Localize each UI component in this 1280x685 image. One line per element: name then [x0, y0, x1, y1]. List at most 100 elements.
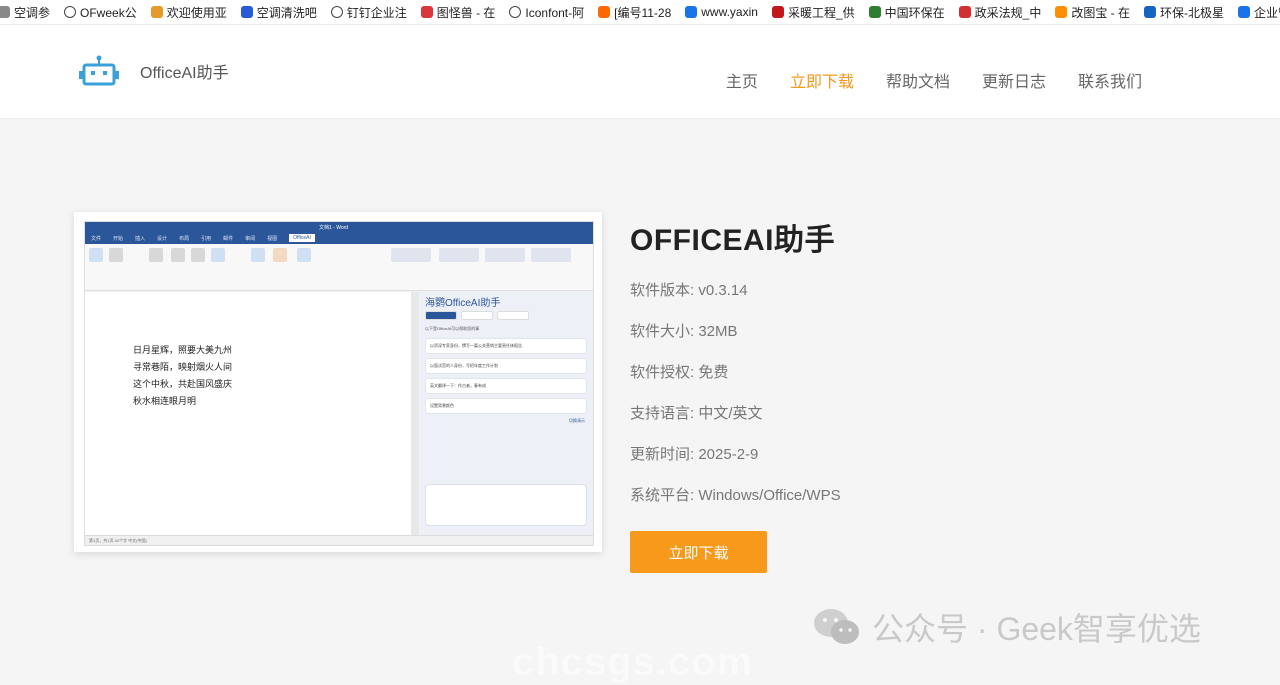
- bookmark-label: 环保-北极星: [1160, 5, 1225, 20]
- emblem-icon: [958, 6, 971, 18]
- bookmark-item[interactable]: 环保-北极星: [1144, 4, 1224, 21]
- main-nav: 主页 立即下载 帮助文档 更新日志 联系我们: [726, 68, 1142, 92]
- star-icon: [1144, 6, 1157, 18]
- panel-tabs: [419, 311, 593, 320]
- ribbon-icon: [297, 248, 311, 262]
- product-title: OFFICEAI助手: [630, 224, 835, 257]
- panel-title: 海鹦OfficeAI助手: [425, 298, 501, 309]
- tab-icon: [0, 6, 10, 18]
- nav-download[interactable]: 立即下载: [790, 68, 854, 92]
- panel-input-box: [425, 484, 587, 526]
- bookmark-item[interactable]: 空调清洗吧: [240, 4, 317, 21]
- panel-subtitle: 以下是OfficeAI可以帮助您的事: [425, 326, 480, 331]
- word-tab: 引用: [201, 235, 212, 242]
- word-ribbon: [85, 244, 593, 291]
- ribbon-icon: [485, 248, 525, 262]
- document-page: 日月星辉，照要大美九州 寻常巷陌，映射烟火人间 这个中秋，共赴国风盛庆 秋水相连…: [85, 292, 411, 536]
- bookmarks-bar: 空调参 OFweek公 欢迎使用亚 空调清洗吧 钉钉企业注 图怪兽 - 在 Iconfont…: [0, 0, 1280, 25]
- poem-line: 这个中秋，共赴国风盛庆: [133, 379, 233, 389]
- panel-suggestion: 以资深专家身份，撰写一篇公关营销主要责任体报告: [425, 338, 587, 354]
- supported-languages: 支持语言: 中文/英文: [630, 405, 763, 422]
- bookmark-item[interactable]: 企业管家: [1238, 4, 1280, 21]
- bookmark-label: OFweek公: [80, 5, 137, 20]
- bookmark-label: Iconfont-阿: [525, 5, 585, 20]
- panel-link: 切换演示: [569, 418, 585, 423]
- image-icon: [420, 6, 433, 18]
- link-icon: [1238, 6, 1251, 18]
- ai-side-panel: 海鹦OfficeAI助手 以下是OfficeAI可以帮助您的事 以资深专家身份，…: [419, 292, 593, 536]
- flower-icon: [771, 6, 784, 18]
- bookmark-item[interactable]: 欢迎使用亚: [150, 4, 227, 21]
- word-status-bar: 第1页，共1页 42个字 中文(中国): [85, 535, 593, 545]
- globe-icon: [330, 6, 343, 18]
- tab-icon: [150, 6, 163, 18]
- document-scrollbar: [411, 292, 419, 536]
- logo[interactable]: OfficeAI助手: [78, 55, 229, 87]
- bookmark-item[interactable]: 政采法规_中: [958, 4, 1041, 21]
- word-tab: 邮件: [223, 235, 234, 242]
- panel-tab: [497, 311, 529, 320]
- ribbon-icon: [149, 248, 163, 262]
- bookmark-label: 空调参: [14, 5, 51, 20]
- bookmark-label: 欢迎使用亚: [166, 5, 227, 20]
- product-info: OFFICEAI助手 软件版本: v0.3.14 软件大小: 32MB 软件授权…: [630, 215, 841, 527]
- bookmark-item[interactable]: 中国环保在: [868, 4, 945, 21]
- bookmark-label: 钉钉企业注: [346, 5, 407, 20]
- watermark-text: 公众号 · Geek智享优选: [872, 611, 1201, 647]
- download-button[interactable]: 立即下载: [630, 531, 767, 573]
- nav-home[interactable]: 主页: [726, 68, 758, 92]
- leaf-icon: [868, 6, 881, 18]
- word-title: 文档1 - Word: [319, 224, 349, 231]
- bookmark-item[interactable]: www.yaxin: [685, 5, 758, 19]
- panel-suggestion: 设置背景颜色: [425, 398, 587, 414]
- ribbon-icon: [531, 248, 571, 262]
- bookmark-item[interactable]: [编号11-28: [598, 4, 671, 21]
- word-tab: OfficeAI: [289, 234, 315, 242]
- bookmark-item[interactable]: OFweek公: [64, 4, 137, 21]
- word-tab: 插入: [135, 235, 146, 242]
- panel-tab: [425, 311, 457, 320]
- logo-name: OfficeAI助手: [140, 65, 229, 82]
- ribbon-icon: [211, 248, 225, 262]
- update-time: 更新时间: 2025-2-9: [630, 446, 759, 463]
- software-size: 软件大小: 32MB: [630, 323, 738, 340]
- refresh-icon: [598, 6, 611, 18]
- poem-text: 日月星辉，照要大美九州 寻常巷陌，映射烟火人间 这个中秋，共赴国风盛庆 秋水相连…: [133, 342, 232, 410]
- word-tab: 审阅: [245, 235, 256, 242]
- ribbon-icon: [439, 248, 479, 262]
- panel-tab: [461, 311, 493, 320]
- word-tab: 布局: [179, 235, 190, 242]
- bookmark-label: 空调清洗吧: [256, 5, 317, 20]
- word-ribbon-tabs: 文件 开始 插入 设计 布局 引用 邮件 审阅 视图 OfficeAI: [85, 232, 593, 244]
- bookmark-label: 企业管家: [1254, 5, 1280, 20]
- ribbon-icon: [191, 248, 205, 262]
- bookmark-label: 采暖工程_供: [787, 5, 855, 20]
- bookmark-item[interactable]: Iconfont-阿: [509, 4, 584, 21]
- bookmark-label: 图怪兽 - 在: [436, 5, 496, 20]
- bookmark-item[interactable]: 改图宝 - 在: [1055, 4, 1130, 21]
- word-window: 文档1 - Word 文件 开始 插入 设计 布局 引用 邮件 审阅 视图 OfficeAI 日月…: [84, 221, 594, 546]
- poem-line: 寻常巷陌，映射烟火人间: [133, 362, 233, 372]
- globe-icon: [64, 6, 77, 18]
- link-icon: [685, 6, 698, 18]
- word-tab: 视图: [267, 235, 278, 242]
- nav-docs[interactable]: 帮助文档: [886, 68, 950, 92]
- bookmark-item[interactable]: 采暖工程_供: [771, 4, 855, 21]
- panel-suggestion: 以面试官的人身份，写招年度工作计划: [425, 358, 587, 374]
- bookmark-label: 改图宝 - 在: [1071, 5, 1131, 20]
- bookmark-label: 中国环保在: [884, 5, 945, 20]
- ribbon-icon: [171, 248, 185, 262]
- bookmark-item[interactable]: 图怪兽 - 在: [420, 4, 496, 21]
- nav-contact[interactable]: 联系我们: [1078, 68, 1142, 92]
- poem-line: 秋水相连眼月明: [133, 396, 197, 406]
- word-tab: 文件: [91, 235, 102, 242]
- wechat-watermark: 公众号 · Geek智享优选: [812, 604, 1201, 650]
- bookmark-item[interactable]: 钉钉企业注: [330, 4, 407, 21]
- bookmark-item[interactable]: 空调参: [0, 4, 50, 21]
- product-screenshot: 文档1 - Word 文件 开始 插入 设计 布局 引用 邮件 审阅 视图 OfficeAI 日月…: [74, 212, 602, 552]
- image-icon: [1055, 6, 1068, 18]
- word-tab: 设计: [157, 235, 168, 242]
- wechat-icon: [814, 609, 859, 644]
- robot-logo-icon: [79, 55, 119, 86]
- nav-changelog[interactable]: 更新日志: [982, 68, 1046, 92]
